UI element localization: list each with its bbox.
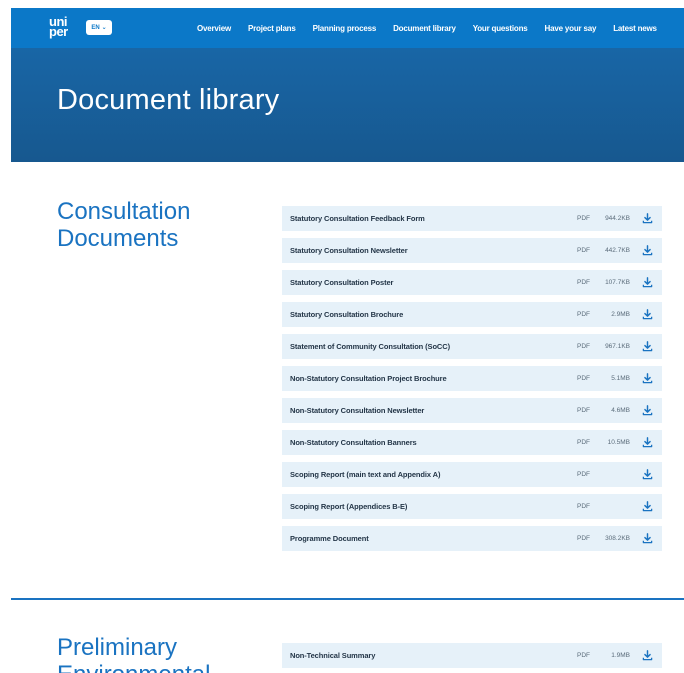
document-row[interactable]: Non-Technical Summary PDF 1.9MB — [282, 643, 662, 668]
document-row[interactable]: Non-Statutory Consultation Project Broch… — [282, 366, 662, 391]
document-size: 10.5MB — [607, 439, 630, 446]
document-name[interactable]: Non-Technical Summary — [290, 651, 375, 660]
hero-banner: Document library — [11, 48, 684, 162]
document-type: PDF — [577, 407, 590, 414]
top-navbar: uni per EN ⌄ Overview Project plans Plan… — [11, 8, 684, 48]
nav-have-your-say[interactable]: Have your say — [545, 24, 597, 33]
document-size: 944.2KB — [605, 215, 630, 222]
document-type: PDF — [577, 503, 590, 510]
document-type: PDF — [577, 311, 590, 318]
document-list-preliminary: Non-Technical Summary PDF 1.9MB — [282, 643, 662, 673]
document-type: PDF — [577, 439, 590, 446]
document-row[interactable]: Statement of Community Consultation (SoC… — [282, 334, 662, 359]
download-icon[interactable] — [642, 277, 653, 288]
section-title-consultation: Consultation Documents — [57, 198, 191, 252]
document-row[interactable]: Statutory Consultation Feedback Form PDF 9… — [282, 206, 662, 231]
uniper-logo[interactable]: uni per — [49, 15, 68, 39]
download-icon[interactable] — [642, 245, 653, 256]
document-size: 308.2KB — [605, 535, 630, 542]
nav-your-questions[interactable]: Your questions — [473, 24, 528, 33]
document-row[interactable]: Statutory Consultation Poster PDF 107.7KB — [282, 270, 662, 295]
download-icon[interactable] — [642, 533, 653, 544]
document-row[interactable]: Non-Statutory Consultation Newsletter PDF… — [282, 398, 662, 423]
download-icon[interactable] — [642, 213, 653, 224]
document-type: PDF — [577, 652, 590, 659]
language-selector[interactable]: EN ⌄ — [86, 20, 112, 35]
nav-overview[interactable]: Overview — [197, 24, 231, 33]
document-name[interactable]: Statutory Consultation Poster — [290, 278, 393, 287]
download-icon[interactable] — [642, 405, 653, 416]
nav-project-plans[interactable]: Project plans — [248, 24, 296, 33]
document-name[interactable]: Non-Statutory Consultation Newsletter — [290, 406, 424, 415]
document-size: 442.7KB — [605, 247, 630, 254]
document-type: PDF — [577, 247, 590, 254]
document-row[interactable]: Scoping Report (main text and Appendix A… — [282, 462, 662, 487]
document-row[interactable]: Non-Statutory Consultation Banners PDF 10.… — [282, 430, 662, 455]
document-row[interactable]: Scoping Report (Appendices B-E) PDF — [282, 494, 662, 519]
download-icon[interactable] — [642, 650, 653, 661]
document-name[interactable]: Non-Statutory Consultation Project Broch… — [290, 374, 447, 383]
chevron-down-icon: ⌄ — [101, 25, 107, 31]
document-name[interactable]: Statutory Consultation Newsletter — [290, 246, 408, 255]
download-icon[interactable] — [642, 469, 653, 480]
download-icon[interactable] — [642, 309, 653, 320]
document-name[interactable]: Statutory Consultation Brochure — [290, 310, 403, 319]
document-name[interactable]: Programme Document — [290, 534, 369, 543]
document-type: PDF — [577, 535, 590, 542]
document-row[interactable]: Statutory Consultation Newsletter PDF 442.… — [282, 238, 662, 263]
document-size: 967.1KB — [605, 343, 630, 350]
section-divider — [11, 598, 684, 600]
document-size: 5.1MB — [611, 375, 630, 382]
logo-line-2: per — [49, 24, 68, 39]
download-icon[interactable] — [642, 501, 653, 512]
document-name[interactable]: Scoping Report (Appendices B-E) — [290, 502, 407, 511]
document-type: PDF — [577, 343, 590, 350]
document-name[interactable]: Statement of Community Consultation (SoC… — [290, 342, 450, 351]
document-size: 107.7KB — [605, 279, 630, 286]
download-icon[interactable] — [642, 373, 653, 384]
main-nav: Overview Project plans Planning process … — [197, 8, 674, 48]
document-size: 4.6MB — [611, 407, 630, 414]
document-size: 1.9MB — [611, 652, 630, 659]
document-type: PDF — [577, 375, 590, 382]
document-list-consultation: Statutory Consultation Feedback Form PDF 9… — [282, 206, 662, 558]
document-name[interactable]: Scoping Report (main text and Appendix A… — [290, 470, 440, 479]
document-name[interactable]: Statutory Consultation Feedback Form — [290, 214, 425, 223]
download-icon[interactable] — [642, 341, 653, 352]
download-icon[interactable] — [642, 437, 653, 448]
document-type: PDF — [577, 279, 590, 286]
nav-document-library[interactable]: Document library — [393, 24, 456, 33]
page-title: Document library — [57, 84, 280, 116]
nav-latest-news[interactable]: Latest news — [613, 24, 657, 33]
nav-planning-process[interactable]: Planning process — [313, 24, 377, 33]
document-type: PDF — [577, 471, 590, 478]
language-code: EN — [91, 24, 100, 31]
document-row[interactable]: Statutory Consultation Brochure PDF 2.9MB — [282, 302, 662, 327]
section-title-preliminary: Preliminary Environmental — [57, 634, 210, 673]
document-name[interactable]: Non-Statutory Consultation Banners — [290, 438, 417, 447]
document-type: PDF — [577, 215, 590, 222]
document-row[interactable]: Programme Document PDF 308.2KB — [282, 526, 662, 551]
document-size: 2.9MB — [611, 311, 630, 318]
